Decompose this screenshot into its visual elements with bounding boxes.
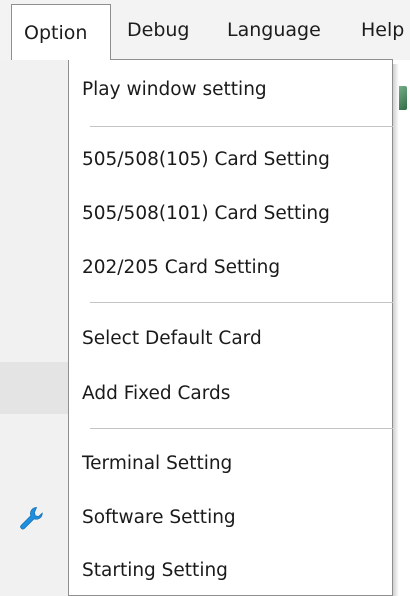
- menu-item-terminal-setting[interactable]: Terminal Setting: [82, 444, 232, 484]
- menu-help[interactable]: Help: [361, 14, 404, 46]
- menu-debug[interactable]: Debug: [127, 14, 189, 46]
- menu-separator: [90, 126, 393, 127]
- menu-item-starting-setting[interactable]: Starting Setting: [82, 551, 228, 591]
- menu-bar: Option Debug Language Help: [0, 0, 410, 60]
- menu-separator: [90, 302, 393, 303]
- dropdown-shadow: [393, 64, 399, 596]
- background-highlight-row: [0, 362, 68, 414]
- menu-item-software-setting[interactable]: Software Setting: [82, 498, 236, 538]
- menu-item-add-fixed-cards[interactable]: Add Fixed Cards: [82, 374, 230, 414]
- menu-item-505-508-101-card-setting[interactable]: 505/508(101) Card Setting: [82, 194, 330, 234]
- menu-separator: [90, 428, 393, 429]
- option-dropdown-menu: Play window setting 505/508(105) Card Se…: [20, 59, 393, 596]
- menu-item-play-window-setting[interactable]: Play window setting: [82, 70, 267, 110]
- menu-language[interactable]: Language: [227, 14, 321, 46]
- wrench-icon: [17, 504, 45, 532]
- menu-item-505-508-105-card-setting[interactable]: 505/508(105) Card Setting: [82, 140, 330, 180]
- menu-item-select-default-card[interactable]: Select Default Card: [82, 319, 262, 359]
- menu-item-202-205-card-setting[interactable]: 202/205 Card Setting: [82, 248, 280, 288]
- background-right-area: [399, 60, 410, 596]
- menu-option[interactable]: Option: [11, 4, 111, 60]
